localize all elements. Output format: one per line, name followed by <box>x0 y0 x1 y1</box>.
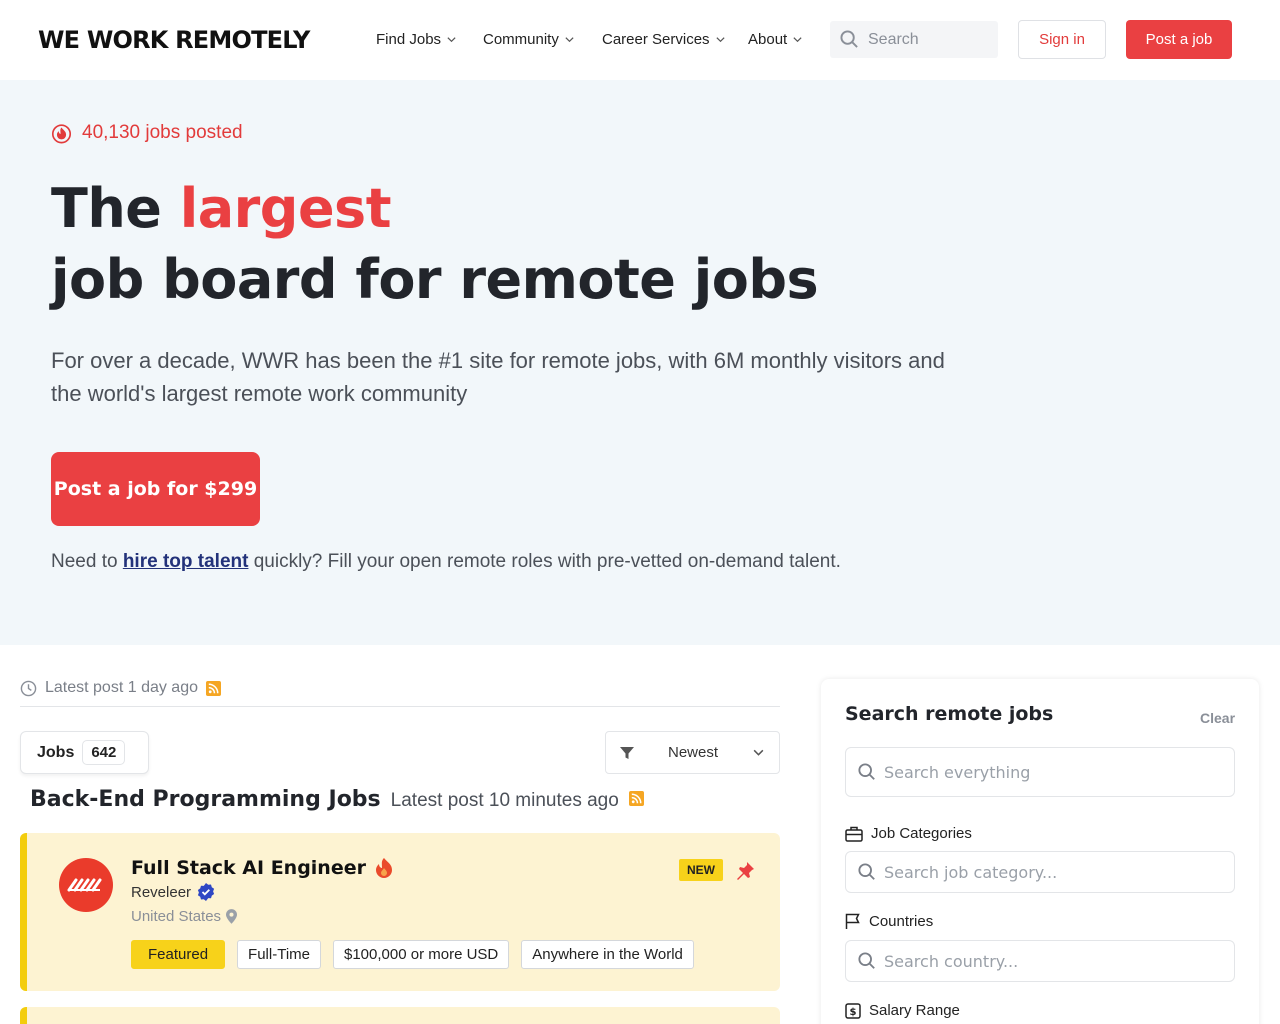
chevron-down-icon <box>715 37 725 43</box>
sort-select[interactable]: Newest <box>605 731 780 774</box>
company-logo-mark <box>67 878 102 892</box>
site-header: WE WORK REMOTELY Find Jobs Community Car… <box>0 0 1280 80</box>
section-title[interactable]: Back-End Programming Jobs <box>30 787 381 812</box>
nav-community-label: Community <box>483 31 559 48</box>
section-latest-post: Latest post 10 minutes ago <box>390 790 619 811</box>
hero-title-part1: The <box>51 177 180 240</box>
site-logo[interactable]: WE WORK REMOTELY <box>38 26 310 54</box>
nav-find-jobs-label: Find Jobs <box>376 31 442 48</box>
nav-about-label: About <box>748 31 788 48</box>
search-panel: Search remote jobs Clear Job Categories … <box>821 679 1259 1024</box>
jobs-posted-text: 40,130 jobs posted <box>82 122 243 143</box>
jobs-tab[interactable]: Jobs 642 <box>20 731 149 774</box>
briefcase-icon <box>845 826 863 842</box>
nav-community[interactable]: Community <box>483 31 575 48</box>
search-icon <box>840 30 858 48</box>
header-search[interactable] <box>830 21 998 58</box>
flag-icon <box>845 913 860 929</box>
verified-icon <box>197 883 215 901</box>
clear-filters-button[interactable]: Clear <box>1200 710 1235 726</box>
job-title-text: Full Stack AI Engineer <box>131 857 366 879</box>
job-categories-label-text: Job Categories <box>871 825 972 842</box>
hero-title: The largest job board for remote jobs <box>51 173 819 315</box>
dollar-icon: $ <box>845 1002 861 1019</box>
hero-title-line2: job board for remote jobs <box>51 248 819 311</box>
sign-in-button[interactable]: Sign in <box>1018 20 1106 59</box>
fire-icon <box>375 858 392 878</box>
jobs-posted-stat: 40,130 jobs posted <box>51 122 243 144</box>
company-name[interactable]: Reveleer <box>131 883 215 901</box>
chevron-down-icon <box>447 37 456 43</box>
search-everything-field[interactable] <box>845 747 1235 797</box>
hero-subtitle: For over a decade, WWR has been the #1 s… <box>51 348 945 406</box>
divider <box>20 706 780 707</box>
chevron-down-icon <box>753 749 764 756</box>
tag-salary[interactable]: $100,000 or more USD <box>333 940 510 969</box>
job-location-text: United States <box>131 908 222 925</box>
jobs-count-badge: 642 <box>82 740 126 765</box>
company-name-text: Reveleer <box>131 883 192 901</box>
job-category-field[interactable] <box>845 851 1235 893</box>
job-card[interactable] <box>20 1007 780 1024</box>
rss-icon[interactable] <box>628 791 644 806</box>
countries-label: Countries <box>845 913 933 930</box>
hire-talent-prefix: Need to <box>51 551 123 572</box>
fire-icon <box>51 124 72 144</box>
chevron-down-icon <box>565 37 574 43</box>
search-everything-input[interactable] <box>884 762 1214 782</box>
latest-post-info: Latest post 1 day ago <box>20 679 221 697</box>
job-title[interactable]: Full Stack AI Engineer <box>131 857 394 879</box>
nav-about[interactable]: About <box>748 31 803 48</box>
latest-post-text: Latest post 1 day ago <box>45 679 198 696</box>
country-field[interactable] <box>845 940 1235 982</box>
job-location: United States <box>131 908 238 925</box>
nav-career-services-label: Career Services <box>602 31 710 48</box>
job-card[interactable]: Full Stack AI Engineer Reveleer United S… <box>20 833 780 991</box>
search-icon <box>858 763 875 780</box>
pin-icon[interactable] <box>735 861 755 881</box>
job-tags: Featured Full-Time $100,000 or more USD … <box>131 940 694 969</box>
chevron-down-icon <box>793 37 802 43</box>
jobs-tab-label: Jobs <box>37 743 75 761</box>
salary-range-label-text: Salary Range <box>869 1002 960 1019</box>
search-icon <box>858 863 875 880</box>
job-categories-label: Job Categories <box>845 825 972 842</box>
company-logo <box>59 858 113 912</box>
clock-icon <box>20 680 37 696</box>
search-panel-title: Search remote jobs <box>845 703 1054 725</box>
search-icon <box>858 952 875 969</box>
location-pin-icon <box>226 909 238 924</box>
new-badge: NEW <box>679 859 723 881</box>
tag-employment-type[interactable]: Full-Time <box>237 940 321 969</box>
hero-section: 40,130 jobs posted The largest job board… <box>0 80 1280 645</box>
post-job-button[interactable]: Post a job <box>1126 20 1232 59</box>
section-header: Back-End Programming Jobs Latest post 10… <box>30 787 644 812</box>
hire-top-talent-link[interactable]: hire top talent <box>123 551 249 572</box>
countries-label-text: Countries <box>869 913 934 930</box>
hero-title-accent: largest <box>179 177 392 240</box>
sort-selected-value: Newest <box>667 744 719 761</box>
svg-text:$: $ <box>850 1007 857 1018</box>
header-search-input[interactable] <box>868 30 988 49</box>
filter-icon <box>620 746 634 759</box>
hire-talent-suffix: quickly? Fill your open remote roles wit… <box>248 551 841 572</box>
nav-find-jobs[interactable]: Find Jobs <box>376 31 457 48</box>
nav-career-services[interactable]: Career Services <box>602 31 726 48</box>
tag-region[interactable]: Anywhere in the World <box>521 940 694 969</box>
tag-featured[interactable]: Featured <box>131 940 226 969</box>
post-job-cta-button[interactable]: Post a job for $299 <box>51 452 260 526</box>
salary-range-label: $ Salary Range <box>845 1002 960 1019</box>
job-category-input[interactable] <box>884 862 1214 882</box>
country-input[interactable] <box>884 951 1214 971</box>
hire-talent-text: Need to hire top talent quickly? Fill yo… <box>51 551 841 573</box>
rss-icon[interactable] <box>206 680 221 696</box>
